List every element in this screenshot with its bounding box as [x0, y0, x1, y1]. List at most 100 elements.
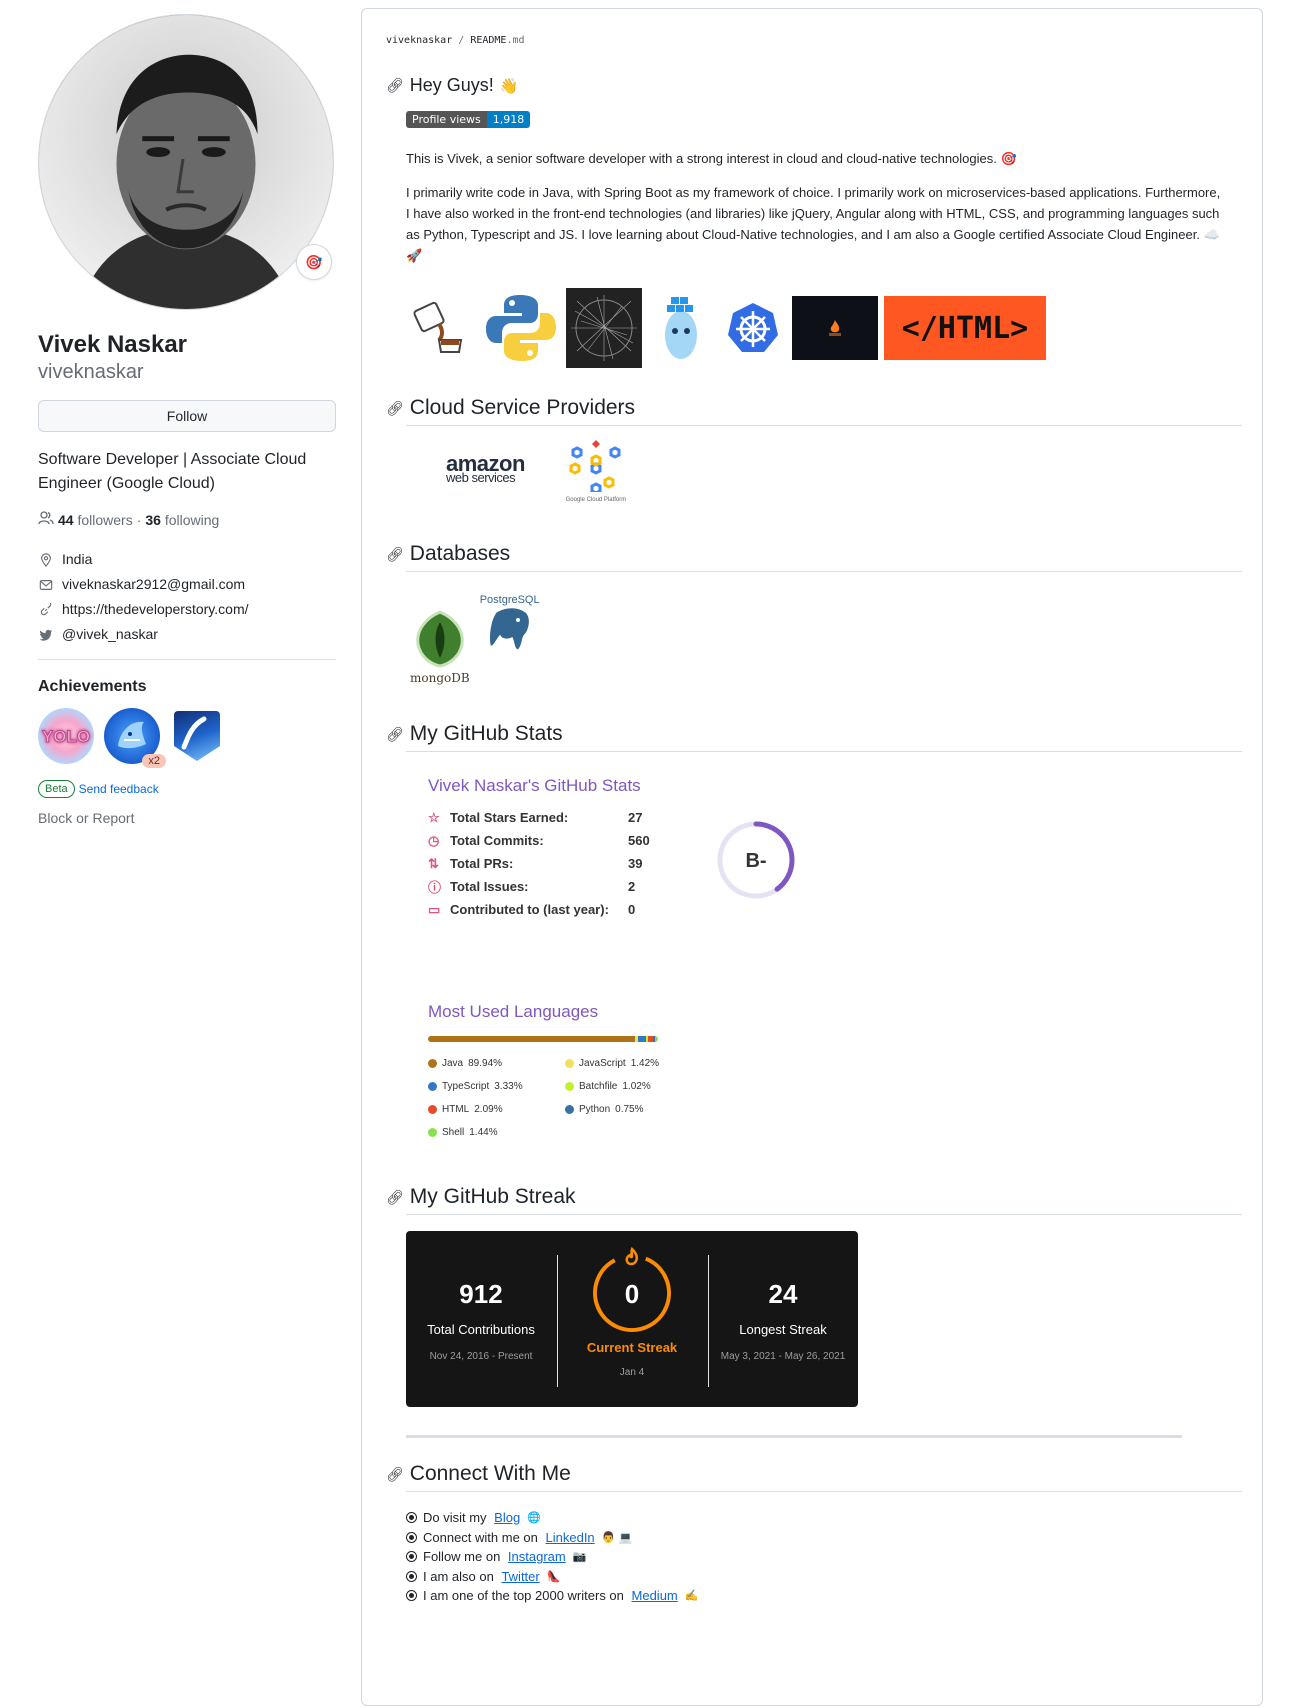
follow-button[interactable]: Follow: [38, 400, 336, 432]
anchor-link-icon[interactable]: 🔗︎: [386, 1189, 404, 1206]
greeting-text: Hey Guys!: [409, 75, 494, 95]
location-item: India: [38, 547, 336, 572]
longest-streak: 24 Longest Streak May 3, 2021 - May 26, …: [708, 1279, 858, 1362]
language-percent: 1.42%: [630, 1057, 660, 1069]
language-item: TypeScript 3.33%: [428, 1079, 565, 1093]
readme-box: viveknaskar / README.md 🔗︎ Hey Guys! 👋 P…: [361, 8, 1263, 1706]
avatar-photo-icon: [39, 15, 333, 309]
connect-link[interactable]: Instagram: [508, 1549, 566, 1564]
stat-label: Total PRs:: [450, 856, 514, 871]
language-dot: [565, 1058, 574, 1068]
twitter-link[interactable]: @vivek_naskar: [62, 622, 158, 647]
connect-text: Do visit my: [423, 1510, 491, 1526]
email-link[interactable]: viveknaskar2912@gmail.com: [62, 572, 245, 597]
avatar[interactable]: [38, 14, 334, 310]
mongodb-logo-icon: mongoDB: [410, 610, 470, 685]
streak-heading: 🔗︎ My GitHub Streak: [386, 1185, 1242, 1215]
connect-link[interactable]: LinkedIn: [546, 1530, 595, 1545]
streak-card: 912 Total Contributions Nov 24, 2016 - P…: [406, 1231, 858, 1407]
docker-logo-icon: [648, 288, 714, 368]
connect-link[interactable]: Medium: [632, 1588, 678, 1603]
connect-text: Follow me on: [423, 1549, 504, 1565]
current-streak-value: 0: [625, 1279, 639, 1309]
connect-text: Connect with me on: [423, 1529, 542, 1545]
crumb-extension: .md: [506, 35, 525, 46]
language-dot: [428, 1058, 437, 1068]
tech-logos: </HTML>: [406, 288, 1242, 368]
stat-label: Total Stars Earned:: [450, 810, 569, 825]
language-bar-segment: [638, 1036, 646, 1042]
grade-ring: B-: [717, 821, 795, 899]
separator: ·: [136, 511, 142, 528]
about-paragraph: I primarily write code in Java, with Spr…: [406, 185, 1221, 263]
radio-bullet-icon: [406, 1531, 417, 1543]
issue-icon: ⓘ: [428, 880, 442, 895]
html-logo-text: </HTML>: [901, 310, 1029, 346]
anchor-link-icon[interactable]: 🔗︎: [386, 726, 404, 743]
total-contributions-label: Total Contributions: [427, 1322, 535, 1337]
language-bar-segment: [428, 1036, 635, 1042]
website-link[interactable]: https://thedeveloperstory.com/: [62, 597, 249, 622]
intro-paragraph: This is Vivek, a senior software develop…: [406, 151, 1017, 166]
block-report-link[interactable]: Block or Report: [38, 810, 336, 826]
connect-emoji: 📷: [569, 1551, 587, 1564]
readme-content: 🔗︎ Hey Guys! 👋 Profile views 1,918 This …: [386, 53, 1242, 1606]
connect-list: Do visit my Blog 🌐 Connect with me on Lin…: [406, 1508, 1242, 1606]
followers-link[interactable]: 44 followers: [58, 512, 133, 528]
stat-label: Contributed to (last year):: [450, 902, 609, 917]
stat-row: ⇅ Total PRs: 39: [428, 852, 868, 875]
connect-emoji: 👨 💻: [598, 1531, 633, 1544]
website-item[interactable]: https://thedeveloperstory.com/: [38, 597, 336, 622]
send-feedback-link[interactable]: Send feedback: [79, 782, 159, 796]
yolo-badge-icon[interactable]: YOLO: [38, 708, 94, 764]
connect-item: Do visit my Blog 🌐: [406, 1508, 1242, 1528]
stat-value: 0: [628, 902, 636, 917]
databases-heading: 🔗︎ Databases: [386, 542, 1242, 572]
mongodb-label: mongoDB: [410, 671, 470, 685]
stat-label: Total Issues:: [450, 879, 529, 894]
following-link[interactable]: 36 following: [145, 512, 219, 528]
language-item: Batchfile 1.02%: [565, 1079, 702, 1093]
connect-emoji: 👠: [543, 1570, 561, 1583]
sidebar-divider: [38, 659, 336, 660]
twitter-item[interactable]: @vivek_naskar: [38, 622, 336, 647]
star-icon: ☆: [428, 809, 440, 825]
people-icon: [38, 510, 54, 529]
email-item[interactable]: viveknaskar2912@gmail.com: [38, 572, 336, 597]
languages-legend: Java 89.94% JavaScript 1.42% TypeScript 3.33%…: [428, 1056, 1242, 1139]
language-percent: 89.94%: [468, 1057, 503, 1069]
language-item: Python 0.75%: [565, 1102, 702, 1116]
fire-ring-icon: 0: [593, 1246, 671, 1332]
language-dot: [565, 1081, 574, 1091]
aws-line1: amazon: [446, 451, 525, 476]
language-name: Batchfile: [579, 1080, 618, 1092]
aws-logo-icon: amazon web services: [446, 451, 525, 485]
anchor-link-icon[interactable]: 🔗︎: [386, 1466, 404, 1483]
achievements-heading[interactable]: Achievements: [38, 678, 336, 696]
quickdraw-badge-icon[interactable]: [174, 711, 220, 761]
longest-streak-value: 24: [768, 1279, 798, 1309]
crumb-user-link[interactable]: viveknaskar: [386, 35, 452, 46]
java-logo-icon: [406, 288, 476, 368]
language-bar-segment: [654, 1036, 658, 1042]
profile-views-count: 1,918: [486, 111, 531, 128]
grade-text: B-: [745, 850, 766, 872]
connect-link[interactable]: Twitter: [501, 1569, 539, 1584]
anchor-link-icon[interactable]: 🔗︎: [386, 77, 404, 94]
crumb-file[interactable]: README: [470, 35, 506, 46]
achievements-feedback: Beta Send feedback: [38, 780, 336, 798]
network-logo-icon: [566, 288, 642, 368]
anchor-link-icon[interactable]: 🔗︎: [386, 546, 404, 563]
total-contributions-value: 912: [459, 1279, 503, 1309]
language-item: Java 89.94%: [428, 1056, 565, 1070]
language-percent: 2.09%: [474, 1103, 503, 1115]
svg-text:YOLO: YOLO: [42, 727, 90, 746]
stat-row: ☆ Total Stars Earned: 27: [428, 806, 868, 829]
status-emoji-button[interactable]: 🎯: [296, 244, 332, 280]
target-icon: 🎯: [305, 253, 323, 270]
anchor-link-icon[interactable]: 🔗︎: [386, 400, 404, 417]
pull-shark-badge-icon[interactable]: x2: [104, 708, 166, 768]
stat-value: 39: [628, 856, 643, 871]
kubernetes-logo-icon: [720, 288, 786, 368]
connect-link[interactable]: Blog: [494, 1510, 520, 1525]
